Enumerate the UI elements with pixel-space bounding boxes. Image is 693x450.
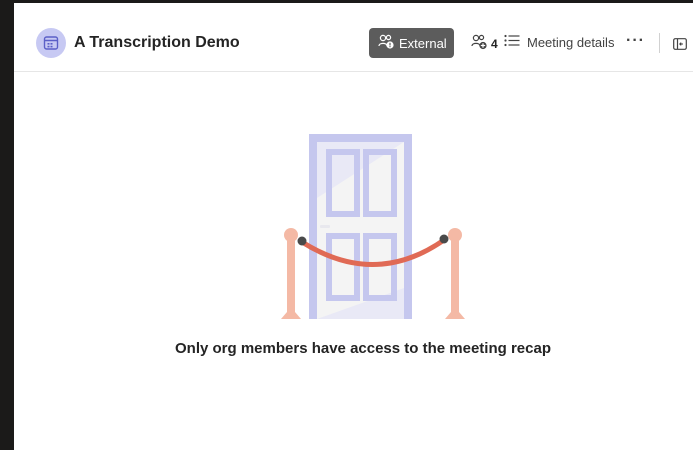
- meeting-details-label: Meeting details: [527, 34, 615, 50]
- list-icon: [504, 34, 520, 50]
- participants-button[interactable]: 4: [471, 34, 498, 53]
- meeting-title: A Transcription Demo: [74, 34, 240, 51]
- door-rope-illustration: [254, 128, 474, 333]
- people-icon: [471, 34, 488, 53]
- window-frame-left: [0, 0, 14, 450]
- meeting-details-button[interactable]: Meeting details: [504, 34, 614, 50]
- open-panel-icon[interactable]: [673, 37, 687, 55]
- header-divider: [659, 33, 660, 53]
- meeting-recap-panel: A Transcription Demo External 4 Meeting …: [14, 3, 693, 450]
- external-button[interactable]: External: [369, 28, 454, 58]
- calendar-icon: [36, 28, 66, 58]
- external-label: External: [399, 35, 447, 51]
- meeting-header: A Transcription Demo External 4 Meeting …: [14, 3, 693, 72]
- external-people-icon: [378, 34, 394, 52]
- access-message: Only org members have access to the meet…: [175, 340, 551, 357]
- participants-count: 4: [491, 36, 498, 51]
- more-options-button[interactable]: ···: [626, 32, 645, 50]
